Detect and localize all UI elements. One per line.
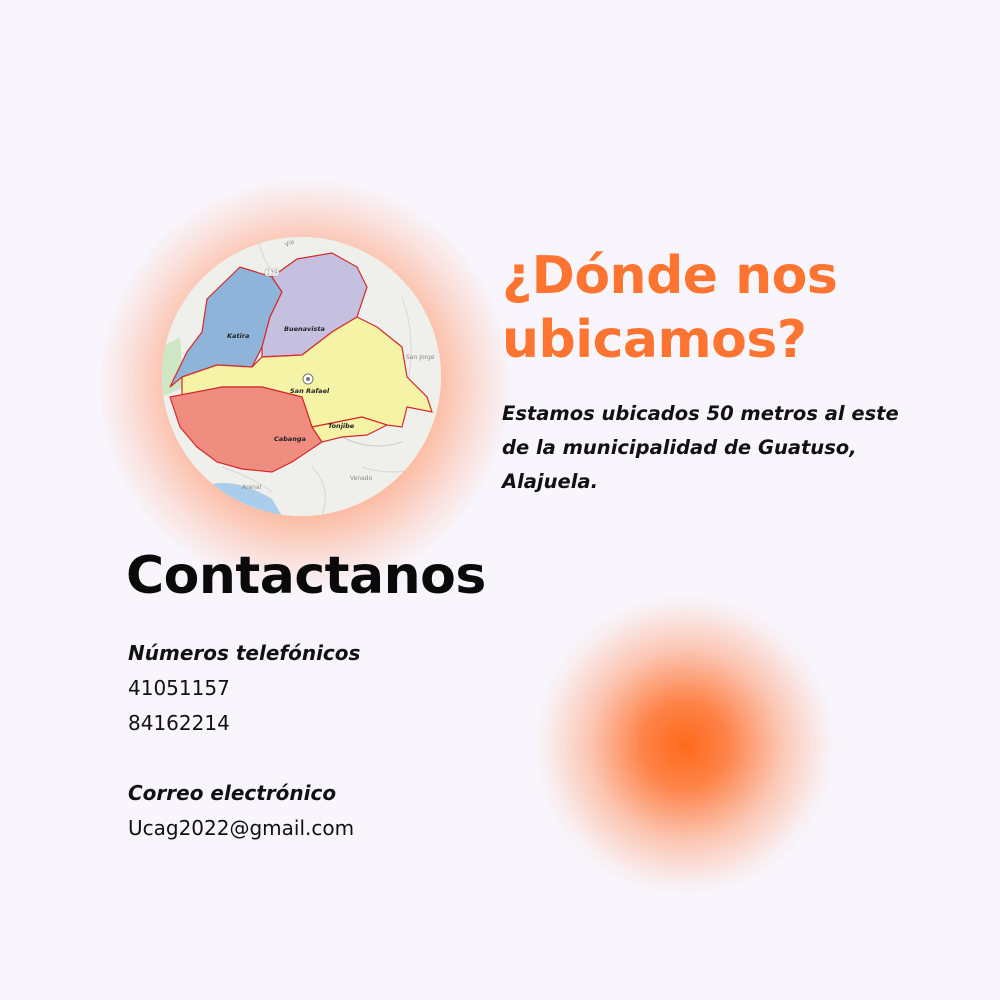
map-label-tonjibe: Tonjibe — [328, 422, 355, 430]
location-heading: ¿Dónde nos ubicamos? — [502, 246, 838, 370]
map-label-venado: Venado — [350, 475, 373, 482]
phone-number[interactable]: 84162214 — [128, 708, 230, 738]
map-label-san-jorge: San Jorge — [406, 354, 435, 361]
phones-label: Números telefónicos — [128, 641, 361, 665]
map-label-buenavista: Buenavista — [284, 325, 325, 333]
map-graphic: 139 Katira Buenavista San Rafael Tonjibe… — [162, 237, 441, 516]
map-label-cabanga: Cabanga — [274, 435, 306, 443]
map-label-arenal: Arenal — [242, 484, 262, 491]
map-label-katira: Katira — [227, 332, 249, 340]
email-address[interactable]: Ucag2022@gmail.com — [128, 813, 354, 843]
orange-glow-decoration — [535, 595, 835, 895]
location-description: Estamos ubicados 50 metros al este de la… — [502, 402, 899, 493]
map-label-san-rafael: San Rafael — [290, 387, 330, 395]
email-label: Correo electrónico — [128, 781, 337, 805]
contact-title: Contactanos — [126, 546, 486, 606]
phone-number[interactable]: 41051157 — [128, 673, 230, 703]
svg-text:139: 139 — [266, 270, 278, 277]
location-map: 139 Katira Buenavista San Rafael Tonjibe… — [162, 237, 441, 516]
